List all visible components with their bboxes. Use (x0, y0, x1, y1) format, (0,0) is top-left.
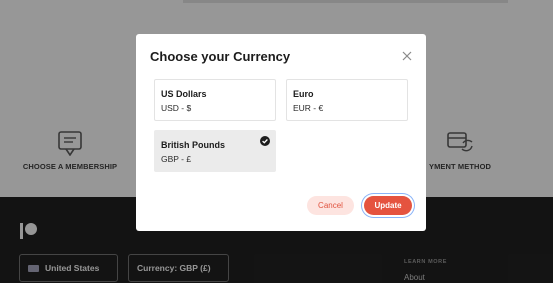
currency-name: US Dollars (161, 89, 207, 99)
currency-option-usd[interactable]: US Dollars USD - $ (154, 79, 276, 121)
checkmark-icon (260, 136, 270, 146)
currency-name: British Pounds (161, 140, 226, 150)
currency-code: USD - $ (161, 103, 192, 113)
currency-name: Euro (293, 89, 314, 99)
currency-dialog: Choose your Currency US Dollars USD - $ … (136, 34, 426, 231)
close-button[interactable] (400, 49, 414, 63)
close-icon (402, 51, 412, 61)
currency-option-gbp[interactable]: British Pounds GBP - £ (154, 130, 276, 172)
update-button[interactable]: Update (364, 196, 412, 215)
currency-code: GBP - £ (161, 154, 192, 164)
dialog-title: Choose your Currency (150, 49, 291, 64)
currency-code: EUR - € (293, 103, 324, 113)
cancel-button[interactable]: Cancel (307, 196, 354, 215)
currency-option-eur[interactable]: Euro EUR - € (286, 79, 408, 121)
